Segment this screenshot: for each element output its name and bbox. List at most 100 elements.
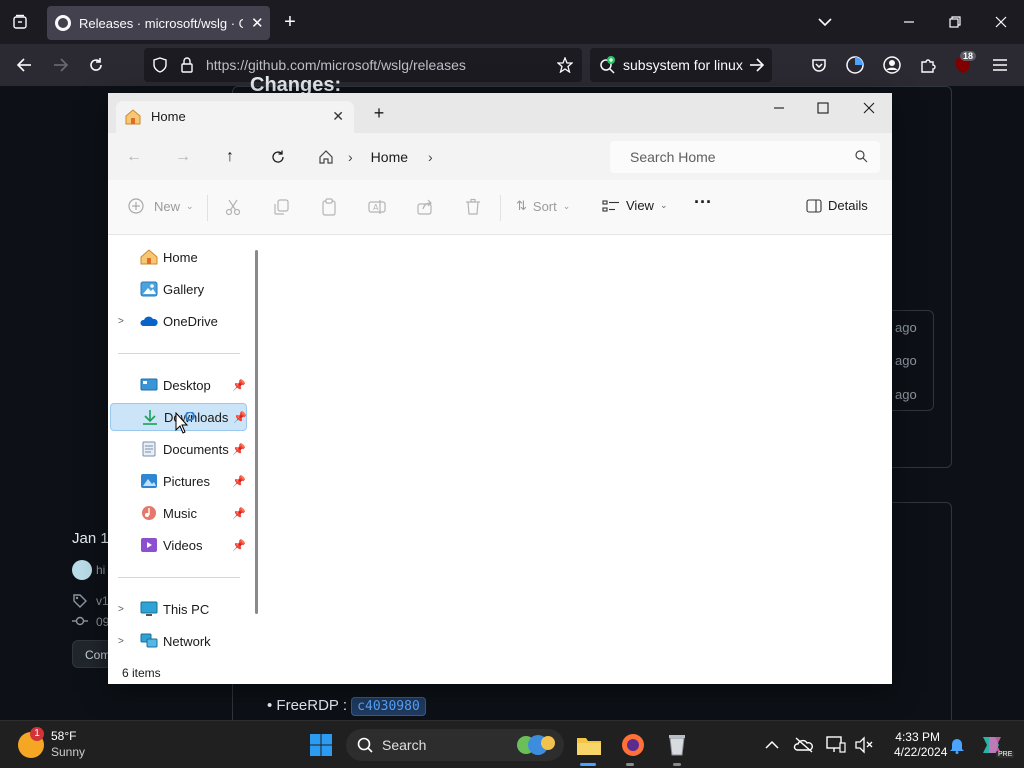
volume-muted-icon[interactable] (850, 731, 878, 759)
status-bar: 6 items (108, 662, 892, 684)
search-input[interactable]: Search Home (610, 141, 880, 173)
sidebar-item-home[interactable]: Home (110, 243, 247, 271)
forward-icon[interactable]: → (171, 145, 195, 169)
release-note-label: FreeRDP : (276, 697, 347, 714)
extension-circle-icon[interactable] (842, 52, 868, 78)
extension-badge: 18 (960, 51, 977, 61)
details-button[interactable]: Details (806, 198, 868, 213)
breadcrumb-home[interactable]: Home (371, 149, 408, 165)
chevron-right-icon[interactable]: › (428, 149, 433, 165)
close-window-icon[interactable] (988, 9, 1014, 35)
sidebar-item-label: Desktop (163, 377, 211, 393)
sidebar-item-pictures[interactable]: Pictures 📌 (110, 467, 247, 495)
new-tab-icon[interactable]: + (364, 103, 394, 124)
pocket-icon[interactable] (806, 52, 832, 78)
lock-icon[interactable] (174, 52, 200, 78)
notification-bell-icon[interactable] (943, 731, 971, 759)
command-bar: New ⌄ A ⇅ Sort ⌄ View ⌄ ··· Details (108, 180, 892, 235)
minimize-icon[interactable] (896, 9, 922, 35)
copy-icon[interactable] (272, 198, 290, 216)
chevron-up-icon[interactable] (758, 731, 786, 759)
browser-tab-active[interactable]: Releases · microsoft/wslg · GitHub ✕ (47, 6, 270, 40)
more-options-icon[interactable]: ··· (694, 192, 712, 213)
maximize-icon[interactable] (808, 101, 838, 117)
breadcrumb[interactable]: › Home › (312, 143, 598, 171)
sidebar-item-videos[interactable]: Videos 📌 (110, 531, 247, 559)
pin-icon[interactable]: 📌 (232, 539, 246, 552)
delete-icon[interactable] (464, 198, 482, 216)
system-clock[interactable]: 4:33 PM 4/22/2024 (894, 730, 947, 760)
shield-icon[interactable] (147, 52, 173, 78)
cut-icon[interactable] (224, 198, 242, 216)
close-tab-icon[interactable]: ✕ (251, 14, 264, 32)
menu-hamburger-icon[interactable] (987, 52, 1013, 78)
forward-icon[interactable] (48, 52, 74, 78)
tab-list-icon[interactable] (7, 9, 33, 35)
tag-link[interactable]: v1 (96, 594, 109, 608)
author-link[interactable]: hi (96, 563, 105, 577)
search-engine-icon[interactable] (595, 52, 621, 78)
music-icon (140, 505, 158, 521)
chevron-right-icon[interactable]: > (118, 316, 124, 327)
pin-icon[interactable]: 📌 (232, 443, 246, 456)
file-explorer-taskbar-icon[interactable] (575, 731, 603, 759)
weather-desc[interactable]: Sunny (51, 745, 85, 759)
firefox-taskbar-icon[interactable] (619, 731, 647, 759)
minimize-icon[interactable] (764, 101, 794, 117)
sort-button[interactable]: ⇅ Sort ⌄ (516, 198, 570, 214)
bookmark-star-icon[interactable] (552, 52, 578, 78)
pin-icon[interactable]: 📌 (233, 411, 247, 424)
sidebar-item-onedrive[interactable]: > OneDrive (110, 307, 247, 335)
rename-icon[interactable]: A (368, 198, 386, 216)
home-breadcrumb-icon[interactable] (318, 146, 334, 168)
pin-icon[interactable]: 📌 (232, 507, 246, 520)
chevron-right-icon[interactable]: > (118, 636, 124, 647)
sidebar-item-label: Network (163, 633, 211, 649)
search-icon (357, 737, 373, 756)
address-bar[interactable]: https://github.com/microsoft/wslg/releas… (144, 48, 582, 82)
display-icon[interactable] (822, 731, 850, 759)
close-window-icon[interactable] (854, 101, 884, 117)
reload-icon[interactable] (83, 52, 109, 78)
up-icon[interactable]: ↑ (218, 145, 242, 169)
sidebar-item-music[interactable]: Music 📌 (110, 499, 247, 527)
account-icon[interactable] (879, 52, 905, 78)
sidebar-item-desktop[interactable]: Desktop 📌 (110, 371, 247, 399)
pin-icon[interactable]: 📌 (232, 379, 246, 392)
asset-time: ago (895, 320, 917, 335)
sidebar-item-network[interactable]: > Network (110, 627, 247, 655)
windows-start-icon[interactable] (307, 731, 335, 759)
sidebar-item-this-pc[interactable]: > This PC (110, 595, 247, 623)
taskbar-search-label: Search (382, 737, 427, 753)
explorer-tab-home[interactable]: Home ✕ (116, 101, 354, 133)
release-note-item: • FreeRDP : c4030980 (267, 697, 426, 716)
svg-text:A: A (373, 203, 379, 212)
new-button[interactable]: New ⌄ (128, 198, 194, 214)
taskbar-search[interactable]: Search (346, 729, 564, 761)
chevron-right-icon[interactable]: > (118, 604, 124, 615)
navigation-scrollbar[interactable] (255, 250, 258, 614)
share-icon[interactable] (416, 198, 434, 216)
file-list-area[interactable] (263, 235, 892, 662)
paste-icon[interactable] (320, 198, 338, 216)
search-bar[interactable]: subsystem for linux (590, 48, 772, 82)
commit-code-link[interactable]: c4030980 (351, 697, 426, 716)
close-tab-icon[interactable]: ✕ (332, 108, 344, 125)
weather-temp[interactable]: 58°F (51, 729, 76, 743)
recycle-bin-taskbar-icon[interactable] (663, 731, 691, 759)
new-tab-icon[interactable]: + (277, 9, 303, 35)
back-icon[interactable]: ← (122, 145, 146, 169)
list-all-tabs-icon[interactable] (812, 9, 838, 35)
back-icon[interactable] (11, 52, 37, 78)
go-arrow-icon[interactable] (744, 52, 770, 78)
extensions-puzzle-icon[interactable] (915, 52, 941, 78)
refresh-icon[interactable] (266, 145, 290, 169)
divider (118, 353, 240, 354)
pin-icon[interactable]: 📌 (232, 475, 246, 488)
restore-icon[interactable] (942, 9, 968, 35)
avatar[interactable] (72, 560, 92, 580)
sidebar-item-gallery[interactable]: Gallery (110, 275, 247, 303)
sort-label: Sort (532, 198, 557, 214)
onedrive-offline-icon[interactable] (790, 731, 818, 759)
view-button[interactable]: View ⌄ (602, 198, 668, 213)
